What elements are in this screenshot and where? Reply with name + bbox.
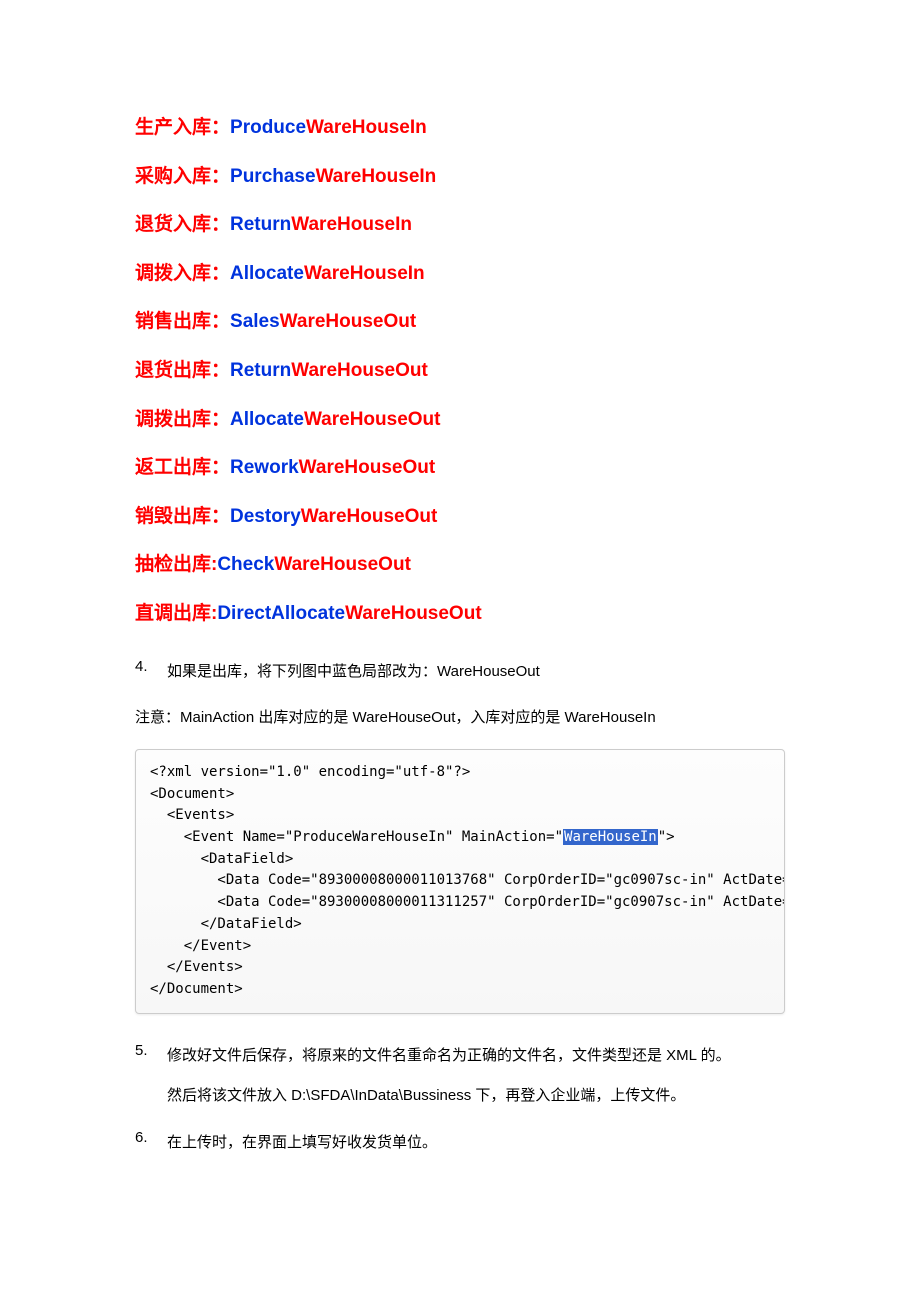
definition-label: 生产入库： — [135, 117, 230, 138]
definition-suffix: WareHouseOut — [280, 311, 417, 332]
step-number: 4. — [135, 658, 167, 687]
definition-suffix: WareHouseIn — [304, 263, 425, 284]
definition-prefix: Check — [217, 554, 274, 575]
definition-suffix: WareHouseIn — [291, 214, 412, 235]
code-line: <DataField> — [150, 851, 293, 867]
step-text: 在上传时，在界面上填写好收发货单位。 — [167, 1129, 437, 1158]
definition-suffix: WareHouseIn — [316, 166, 437, 187]
definition-row: 调拨出库：AllocateWareHouseOut — [135, 407, 785, 434]
definition-label: 抽检出库: — [135, 554, 217, 575]
code-line: <Event Name="ProduceWareHouseIn" MainAct… — [150, 829, 563, 845]
definition-prefix: Purchase — [230, 166, 316, 187]
definition-prefix: Sales — [230, 311, 280, 332]
step-text: 然后将该文件放入 D:\SFDA\InData\Bussiness 下，再登入企… — [167, 1082, 731, 1111]
definition-label: 销毁出库： — [135, 506, 230, 527]
step-text: 如果是出库，将下列图中蓝色局部改为：WareHouseOut — [167, 658, 540, 687]
step-text: 修改好文件后保存，将原来的文件名重命名为正确的文件名，文件类型还是 XML 的。 — [167, 1042, 731, 1071]
definition-row: 返工出库：ReworkWareHouseOut — [135, 455, 785, 482]
code-line: <Data Code="89300008000011311257" CorpOr… — [150, 894, 785, 910]
code-line: "> — [658, 829, 675, 845]
definition-suffix: WareHouseOut — [304, 409, 441, 430]
step-5: 5. 修改好文件后保存，将原来的文件名重命名为正确的文件名，文件类型还是 XML… — [135, 1042, 785, 1111]
definition-row: 采购入库：PurchaseWareHouseIn — [135, 164, 785, 191]
definition-label: 直调出库: — [135, 603, 217, 624]
definition-label: 退货入库： — [135, 214, 230, 235]
code-line: </DataField> — [150, 916, 302, 932]
definition-suffix: WareHouseIn — [306, 117, 427, 138]
xml-code-block: <?xml version="1.0" encoding="utf-8"?> <… — [135, 749, 785, 1014]
definition-label: 退货出库： — [135, 360, 230, 381]
step-6: 6. 在上传时，在界面上填写好收发货单位。 — [135, 1129, 785, 1158]
code-line: <Document> — [150, 786, 234, 802]
code-line: </Event> — [150, 938, 251, 954]
definition-row: 直调出库:DirectAllocateWareHouseOut — [135, 601, 785, 628]
definition-label: 返工出库： — [135, 457, 230, 478]
definition-prefix: Destory — [230, 506, 301, 527]
definition-list: 生产入库：ProduceWareHouseIn 采购入库：PurchaseWar… — [135, 115, 785, 628]
code-line: </Document> — [150, 981, 243, 997]
definition-label: 调拨出库： — [135, 409, 230, 430]
definition-prefix: Allocate — [230, 409, 304, 430]
step-number: 5. — [135, 1042, 167, 1111]
definition-label: 调拨入库： — [135, 263, 230, 284]
definition-suffix: WareHouseOut — [301, 506, 438, 527]
definition-suffix: WareHouseOut — [291, 360, 428, 381]
highlighted-text: WareHouseIn — [563, 829, 658, 845]
definition-label: 销售出库： — [135, 311, 230, 332]
code-line: <Data Code="89300008000011013768" CorpOr… — [150, 872, 785, 888]
definition-prefix: Return — [230, 360, 291, 381]
definition-row: 销毁出库：DestoryWareHouseOut — [135, 504, 785, 531]
definition-prefix: Produce — [230, 117, 306, 138]
definition-row: 退货入库：ReturnWareHouseIn — [135, 212, 785, 239]
definition-row: 退货出库：ReturnWareHouseOut — [135, 358, 785, 385]
definition-prefix: Allocate — [230, 263, 304, 284]
step-4: 4. 如果是出库，将下列图中蓝色局部改为：WareHouseOut — [135, 658, 785, 687]
step-number: 6. — [135, 1129, 167, 1158]
definition-row: 抽检出库:CheckWareHouseOut — [135, 552, 785, 579]
code-line: <Events> — [150, 807, 234, 823]
definition-prefix: Rework — [230, 457, 299, 478]
definition-suffix: WareHouseOut — [299, 457, 436, 478]
definition-label: 采购入库： — [135, 166, 230, 187]
code-line: </Events> — [150, 959, 243, 975]
definition-prefix: Return — [230, 214, 291, 235]
definition-row: 调拨入库：AllocateWareHouseIn — [135, 261, 785, 288]
code-line: <?xml version="1.0" encoding="utf-8"?> — [150, 764, 470, 780]
definition-suffix: WareHouseOut — [345, 603, 482, 624]
definition-prefix: DirectAllocate — [217, 603, 345, 624]
note-text: 注意：MainAction 出库对应的是 WareHouseOut，入库对应的是… — [135, 704, 785, 731]
definition-suffix: WareHouseOut — [274, 554, 411, 575]
definition-row: 生产入库：ProduceWareHouseIn — [135, 115, 785, 142]
definition-row: 销售出库：SalesWareHouseOut — [135, 309, 785, 336]
